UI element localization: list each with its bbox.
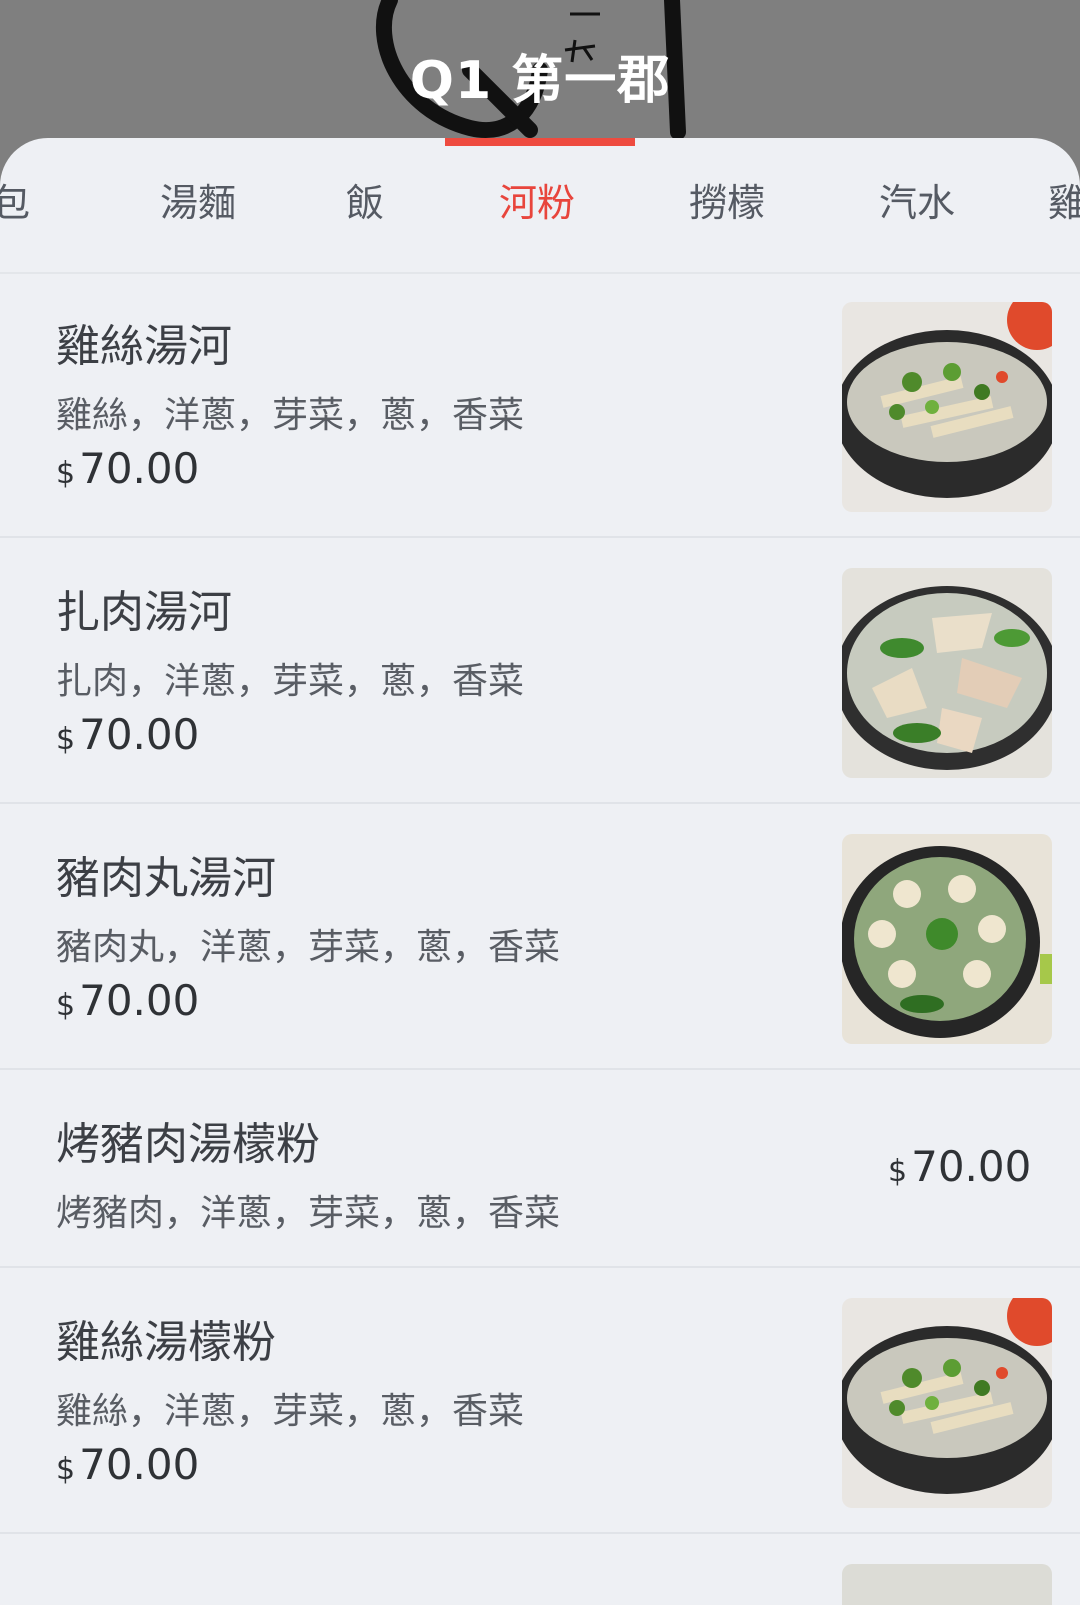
item-description: 烤豬肉，洋蔥，芽菜，蔥，香菜: [56, 1193, 561, 1234]
menu-item[interactable]: 雞絲湯檬粉 雞絲，洋蔥，芽菜，蔥，香菜 $70.00: [0, 1268, 1080, 1534]
tab-noodle-soup[interactable]: 湯麵: [103, 172, 293, 232]
chicken-vermicelli-image[interactable]: [842, 1298, 1052, 1508]
item-name: 扎肉湯河: [56, 587, 232, 638]
item-description: 豬肉丸，洋蔥，芽菜，蔥，香菜: [56, 927, 561, 968]
store-title: Q1 第一郡: [409, 51, 671, 111]
item-description: 扎肉，洋蔥，芽菜，蔥，香菜: [56, 661, 525, 702]
menu-item[interactable]: 扎肉湯河 扎肉，洋蔥，芽菜，蔥，香菜 $70.00: [0, 538, 1080, 804]
tab-rice[interactable]: 飯: [270, 172, 460, 232]
pork-ball-pho-image[interactable]: [842, 834, 1052, 1044]
item-price: $70.00: [56, 444, 200, 493]
store-header: Q1 第一郡: [0, 0, 1080, 160]
category-tabs: 軟包 湯麵 飯 河粉 撈檬 汽水 雞: [0, 138, 1080, 274]
tab-more[interactable]: 雞: [1048, 172, 1080, 232]
item-name: 豬肉丸湯河: [56, 853, 276, 904]
tab-bread[interactable]: 軟包: [0, 172, 87, 232]
item-price: $70.00: [56, 710, 200, 759]
item-description: 雞絲，洋蔥，芽菜，蔥，香菜: [56, 395, 525, 436]
menu-list: 雞絲湯河 雞絲，洋蔥，芽菜，蔥，香菜 $70.00 扎肉湯河 扎肉，洋蔥，芽菜，: [0, 272, 1080, 1605]
item-price: $70.00: [56, 1440, 200, 1489]
tab-pho[interactable]: 河粉: [442, 172, 632, 232]
menu-item[interactable]: [0, 1534, 1080, 1605]
menu-item[interactable]: 雞絲湯河 雞絲，洋蔥，芽菜，蔥，香菜 $70.00: [0, 272, 1080, 538]
item-description: 雞絲，洋蔥，芽菜，蔥，香菜: [56, 1391, 525, 1432]
tab-vermicelli[interactable]: 撈檬: [632, 172, 822, 232]
menu-item[interactable]: 豬肉丸湯河 豬肉丸，洋蔥，芽菜，蔥，香菜 $70.00: [0, 804, 1080, 1070]
menu-sheet: 軟包 湯麵 飯 河粉 撈檬 汽水 雞 雞絲湯河 雞絲，洋蔥，芽菜，蔥，香菜 $7…: [0, 138, 1080, 1605]
item-price: $70.00: [888, 1142, 1032, 1191]
item-price: $70.00: [56, 976, 200, 1025]
chicken-pho-image[interactable]: [842, 302, 1052, 512]
food-image[interactable]: [842, 1564, 1052, 1605]
pork-roll-pho-image[interactable]: [842, 568, 1052, 778]
menu-item[interactable]: 烤豬肉湯檬粉 烤豬肉，洋蔥，芽菜，蔥，香菜 $70.00: [0, 1070, 1080, 1268]
item-name: 烤豬肉湯檬粉: [56, 1119, 320, 1170]
item-name: 雞絲湯檬粉: [56, 1317, 276, 1368]
tab-soda[interactable]: 汽水: [822, 172, 1012, 232]
item-name: 雞絲湯河: [56, 321, 232, 372]
